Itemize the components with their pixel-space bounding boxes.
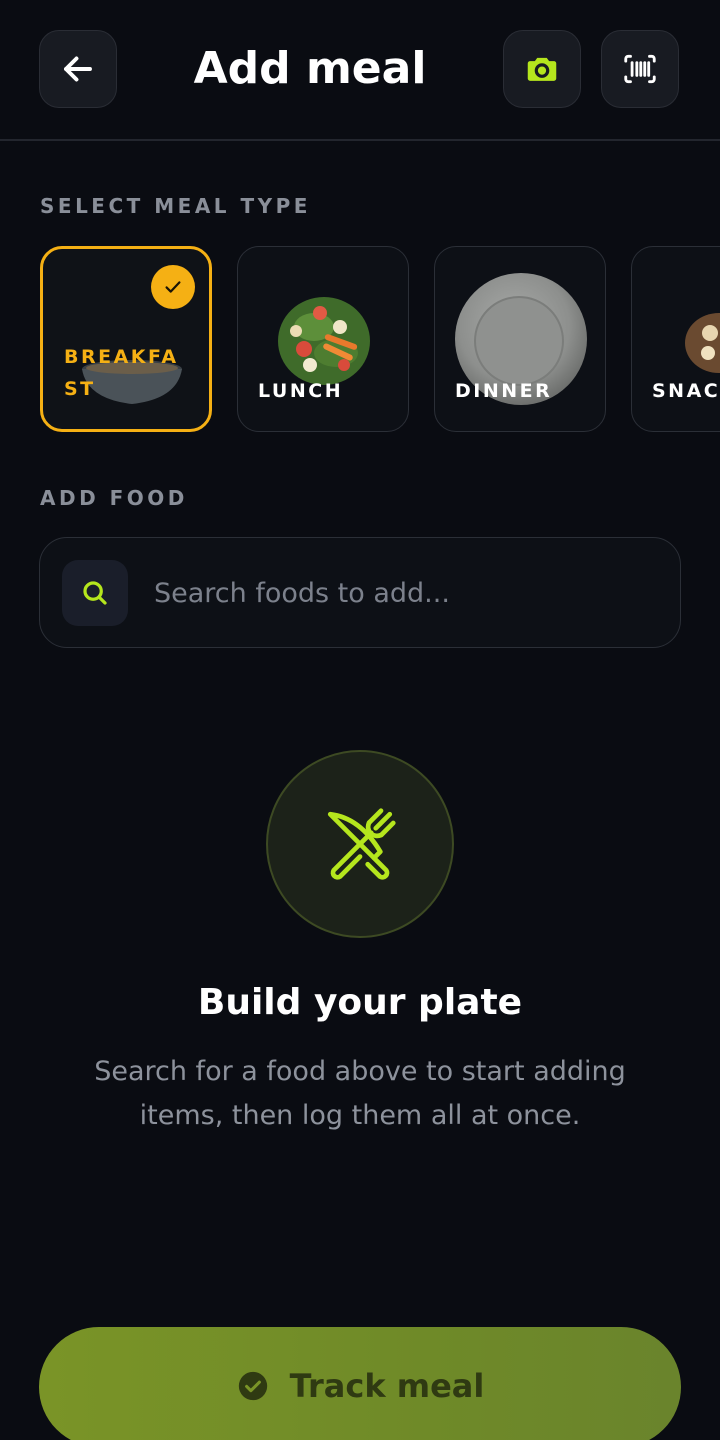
meal-option-breakfast[interactable]: BREAKFAST [40,246,212,432]
utensils-icon [327,808,396,880]
page-title: Add meal [193,43,427,94]
meal-type-section-label: SELECT MEAL TYPE [40,194,311,218]
check-icon [165,281,181,293]
camera-button[interactable] [503,30,581,108]
add-food-section-label: ADD FOOD [40,486,188,510]
meal-option-label: BREAKFAST [64,346,179,400]
meal-option-snack[interactable]: SNACK [631,246,720,432]
barcode-button[interactable] [601,30,679,108]
track-meal-button[interactable]: Track meal [39,1327,681,1440]
meal-option-dinner[interactable]: DINNER [434,246,606,432]
empty-state-title: Build your plate [197,982,523,1023]
selected-check-badge [151,265,195,309]
header: Add meal [0,0,720,141]
meal-option-label: SNACK [652,380,720,402]
arrow-left-icon [64,56,92,82]
food-search-box [39,537,681,648]
meal-option-label: DINNER [455,380,553,402]
empty-state-description: Search for a food above to start adding … [94,1056,626,1131]
track-meal-button-content: Track meal [236,1367,485,1405]
camera-icon [527,57,557,81]
meal-type-selector: BREAKFAST LUNCH DINNER SNAC [0,244,720,436]
check-circle-icon [238,1371,267,1401]
food-search-input[interactable] [154,568,634,618]
track-meal-label: Track meal [289,1367,485,1405]
back-button[interactable] [39,30,117,108]
barcode-icon [624,54,656,84]
meal-option-lunch[interactable]: LUNCH [237,246,409,432]
search-icon [83,581,107,605]
salad-plate-image [278,297,370,385]
meal-option-label: LUNCH [258,380,344,402]
search-icon-container [62,560,128,626]
empty-state-icon-circle [266,750,454,938]
snack-plate-image [685,313,720,373]
